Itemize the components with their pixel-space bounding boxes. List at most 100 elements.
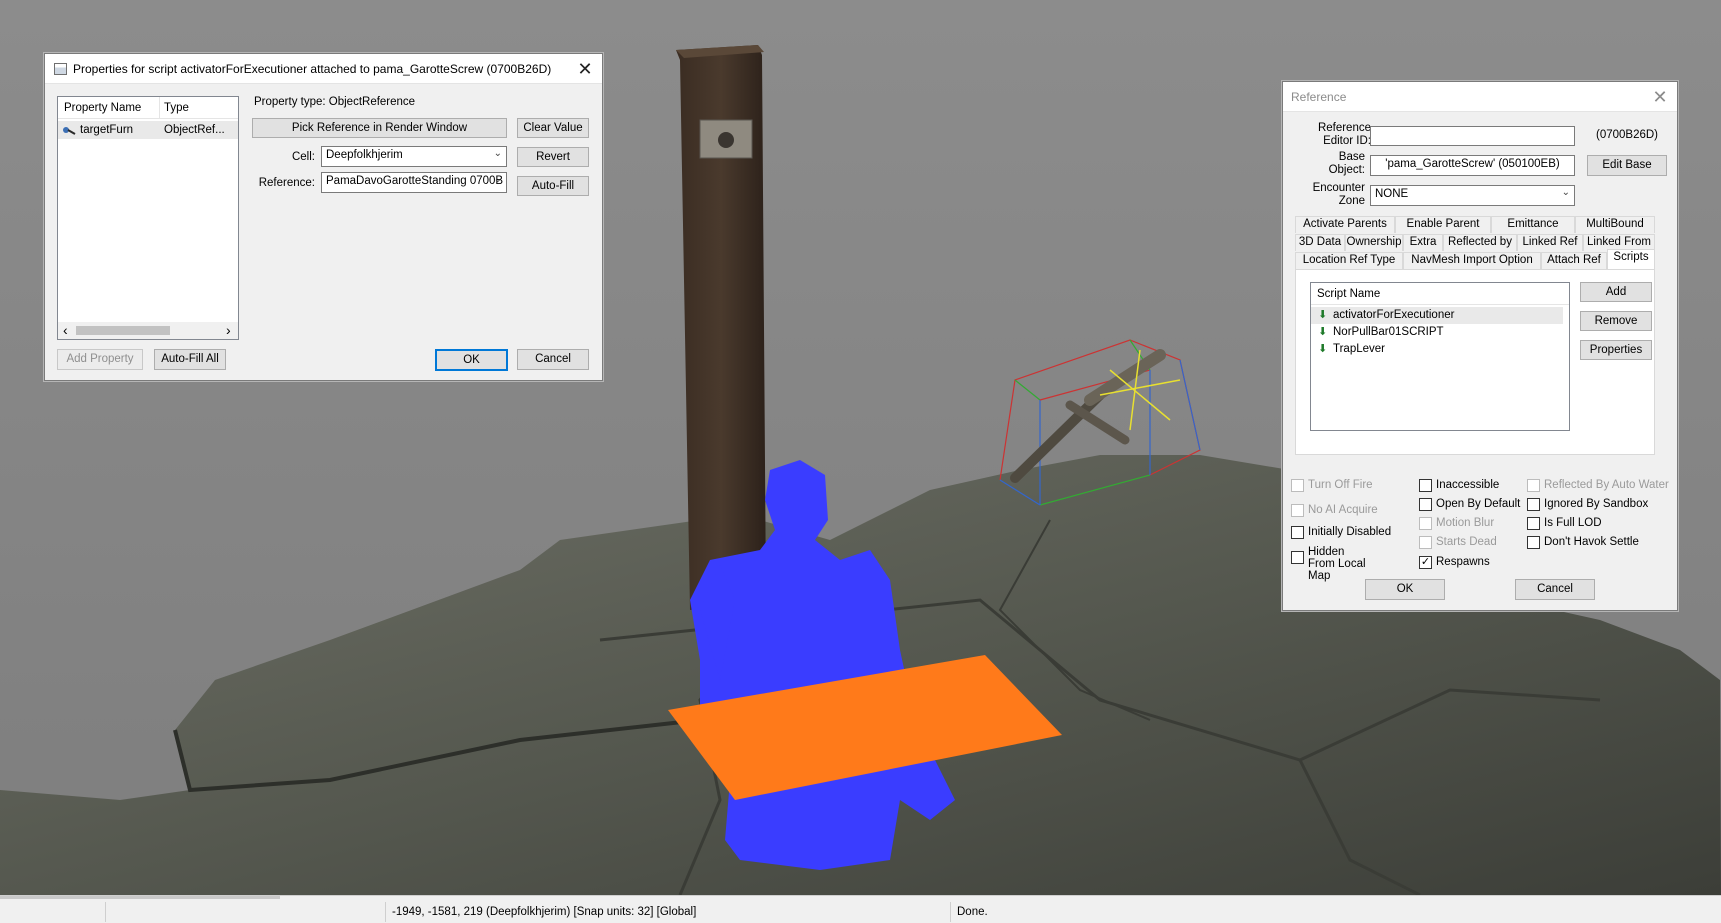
checkbox-label: Open By Default (1436, 498, 1521, 510)
scroll-thumb[interactable] (76, 326, 170, 335)
checkbox-label: No AI Acquire (1308, 504, 1378, 516)
checkbox-box (1291, 551, 1304, 564)
column-script-name[interactable]: Script Name (1317, 288, 1380, 300)
property-type-label: Property type: ObjectReference (254, 96, 416, 108)
checkbox-label: Respawns (1436, 556, 1490, 568)
add-property-button[interactable]: Add Property (57, 349, 143, 370)
props-title-bar[interactable]: Properties for script activatorForExecut… (45, 54, 602, 84)
dont-havok-settle-checkbox[interactable]: Don't Havok Settle (1527, 536, 1673, 552)
cell-combo[interactable]: Deepfolkhjerim ⌄ (321, 146, 507, 167)
property-row-type: ObjectRef... (164, 124, 225, 136)
property-list[interactable]: Property Name Type targetFurn ObjectRef.… (57, 96, 239, 340)
checkbox-box (1419, 517, 1432, 530)
checkbox-box (1527, 517, 1540, 530)
auto-fill-all-button[interactable]: Auto-Fill All (154, 349, 226, 370)
is-full-lod-checkbox[interactable]: Is Full LOD (1527, 517, 1673, 533)
hidden-from-local-map-checkbox[interactable]: Hidden From Local Map (1291, 546, 1403, 582)
checkbox-box (1419, 498, 1432, 511)
tab-row-1: Activate Parents Enable Parent Emittance… (1295, 216, 1655, 233)
checkbox-label: Don't Havok Settle (1544, 536, 1639, 548)
tab-row-2: 3D Data Ownership Extra Reflected by Lin… (1295, 234, 1655, 251)
scripts-list[interactable]: Script Name ⬇ activatorForExecutioner ⬇ … (1310, 282, 1570, 431)
property-icon (63, 127, 76, 135)
checkbox-label: Hidden From Local Map (1308, 546, 1366, 582)
editor-id-input[interactable] (1370, 126, 1575, 146)
checkbox-label: Ignored By Sandbox (1544, 498, 1649, 510)
tab-location-ref-type[interactable]: Location Ref Type (1295, 252, 1403, 269)
tab-3d-data[interactable]: 3D Data (1295, 234, 1345, 251)
initially-disabled-checkbox[interactable]: Initially Disabled (1291, 526, 1403, 542)
script-properties-dialog: Properties for script activatorForExecut… (44, 53, 603, 381)
tab-ownership[interactable]: Ownership (1345, 234, 1403, 251)
tab-multibound[interactable]: MultiBound (1575, 216, 1655, 233)
reference-combo[interactable]: PamaDavoGarotteStanding 0700B ⌄ (321, 172, 507, 193)
tab-navmesh-import-option[interactable]: NavMesh Import Option (1403, 252, 1541, 269)
column-property-name[interactable]: Property Name (64, 102, 141, 114)
script-properties-button[interactable]: Properties (1580, 340, 1652, 360)
tab-emittance[interactable]: Emittance (1491, 216, 1575, 233)
status-coords: -1949, -1581, 219 (Deepfolkhjerim) [Snap… (385, 902, 950, 922)
tab-activate-parents[interactable]: Activate Parents (1295, 216, 1395, 233)
checkbox-box (1291, 504, 1304, 517)
checkbox-box (1419, 479, 1432, 492)
starts-dead-checkbox[interactable]: Starts Dead (1419, 536, 1519, 552)
add-script-button[interactable]: Add (1580, 282, 1652, 302)
motion-blur-checkbox[interactable]: Motion Blur (1419, 517, 1519, 533)
checkbox-box (1527, 536, 1540, 549)
check-icon: ✓ (1419, 556, 1432, 569)
tab-attach-ref[interactable]: Attach Ref (1541, 252, 1607, 269)
close-icon[interactable]: ✕ (574, 58, 596, 80)
turn-off-fire-checkbox[interactable]: Turn Off Fire (1291, 479, 1403, 495)
encounter-zone-combo[interactable]: NONE ⌄ (1370, 185, 1575, 206)
scroll-left-icon[interactable]: ‹ (63, 322, 68, 338)
auto-fill-button[interactable]: Auto-Fill (517, 176, 589, 196)
close-icon[interactable]: ✕ (1649, 86, 1671, 108)
script-name: activatorForExecutioner (1333, 309, 1455, 321)
checkbox-box (1419, 536, 1432, 549)
tab-scripts[interactable]: Scripts (1607, 249, 1655, 269)
tab-enable-parent[interactable]: Enable Parent (1395, 216, 1491, 233)
checkbox-box (1527, 498, 1540, 511)
ref-title-bar[interactable]: Reference ✕ (1283, 82, 1677, 112)
checkbox-label: Is Full LOD (1544, 517, 1602, 529)
edit-base-button[interactable]: Edit Base (1587, 155, 1667, 176)
script-row[interactable]: ⬇ NorPullBar01SCRIPT (1311, 324, 1563, 341)
editor-id-label: Reference Editor ID: (1317, 122, 1371, 147)
base-object-label: Base Object: (1328, 151, 1365, 176)
tab-extra[interactable]: Extra (1403, 234, 1443, 251)
script-name: TrapLever (1333, 343, 1385, 355)
respawns-checkbox[interactable]: ✓ Respawns (1419, 556, 1519, 572)
ok-button[interactable]: OK (435, 349, 508, 371)
tab-reflected-by[interactable]: Reflected by (1443, 234, 1517, 251)
horizontal-scrollbar[interactable]: ‹ › (58, 322, 238, 339)
ref-cancel-button[interactable]: Cancel (1515, 579, 1595, 600)
inaccessible-checkbox[interactable]: Inaccessible (1419, 479, 1519, 495)
encounter-zone-value: NONE (1375, 188, 1409, 200)
reference-label: Reference: (258, 177, 315, 189)
no-ai-acquire-checkbox[interactable]: No AI Acquire (1291, 504, 1403, 520)
property-list-header: Property Name Type (58, 97, 238, 119)
remove-script-button[interactable]: Remove (1580, 311, 1652, 331)
cancel-button[interactable]: Cancel (517, 349, 589, 370)
checkbox-box (1527, 479, 1540, 492)
pick-reference-button[interactable]: Pick Reference in Render Window (252, 118, 507, 138)
scroll-right-icon[interactable]: › (226, 322, 231, 338)
ignored-by-sandbox-checkbox[interactable]: Ignored By Sandbox (1527, 498, 1673, 514)
status-message: Done. (950, 902, 1250, 922)
cell-value: Deepfolkhjerim (326, 149, 403, 161)
script-row[interactable]: ⬇ activatorForExecutioner (1311, 307, 1563, 324)
scripts-list-header: Script Name (1311, 283, 1569, 305)
script-row[interactable]: ⬇ TrapLever (1311, 341, 1563, 358)
column-type[interactable]: Type (164, 102, 189, 114)
base-object-field: 'pama_GarotteScrew' (050100EB) (1370, 155, 1575, 176)
clear-value-button[interactable]: Clear Value (517, 118, 589, 138)
reference-dialog: Reference ✕ Reference Editor ID: (0700B2… (1282, 81, 1678, 611)
tab-linked-ref[interactable]: Linked Ref (1517, 234, 1583, 251)
ref-title: Reference (1291, 90, 1347, 104)
ref-ok-button[interactable]: OK (1365, 579, 1445, 600)
property-row[interactable]: targetFurn ObjectRef... (58, 121, 238, 139)
status-progress-track (0, 896, 280, 899)
revert-button[interactable]: Revert (517, 147, 589, 167)
open-by-default-checkbox[interactable]: Open By Default (1419, 498, 1521, 514)
reflected-by-auto-water-checkbox[interactable]: Reflected By Auto Water (1527, 479, 1673, 495)
